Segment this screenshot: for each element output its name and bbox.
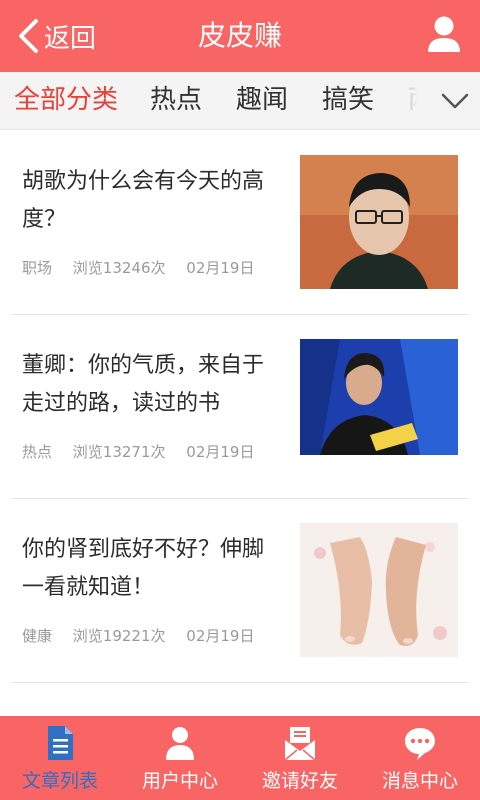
article-title: 胡歌为什么会有今天的高度？ xyxy=(22,169,265,232)
app-header: 返回 皮皮赚 xyxy=(0,0,480,72)
article-date: 02月19日 xyxy=(186,259,255,277)
tabbar-invite-friends[interactable]: 邀请好友 xyxy=(240,716,360,800)
article-item[interactable]: 董卿：你的气质，来自于走过的路，读过的书 热点 浏览13271次 02月19日 xyxy=(12,315,468,499)
page-title: 皮皮赚 xyxy=(197,19,282,52)
article-meta: 热点 浏览13271次 02月19日 xyxy=(22,441,270,462)
article-item[interactable]: 你的肾到底好不好？伸脚一看就知道！ 健康 浏览19221次 02月19日 xyxy=(12,499,468,683)
article-thumbnail xyxy=(300,155,458,289)
tabbar-article-list[interactable]: 文章列表 xyxy=(0,716,120,800)
tabbar-label: 消息中心 xyxy=(381,770,458,792)
tab-funny[interactable]: 搞笑 xyxy=(322,82,374,118)
article-date: 02月19日 xyxy=(186,443,255,461)
tab-all-categories[interactable]: 全部分类 xyxy=(14,82,118,118)
invite-icon xyxy=(284,727,316,761)
tabbar-message-center[interactable]: 消息中心 xyxy=(360,716,480,800)
user-profile-button[interactable] xyxy=(422,12,466,60)
article-meta: 职场 浏览13246次 02月19日 xyxy=(22,257,270,278)
article-category: 职场 xyxy=(22,259,53,277)
document-icon xyxy=(48,726,73,760)
article-category: 热点 xyxy=(22,443,53,461)
category-tabs: 全部分类 热点 趣闻 搞笑 两 xyxy=(0,72,480,130)
article-views: 浏览13271次 xyxy=(72,443,166,461)
tabbar-label: 文章列表 xyxy=(21,770,98,792)
tabbar-user-center[interactable]: 用户中心 xyxy=(120,716,240,800)
article-thumbnail xyxy=(300,523,458,657)
article-title: 董卿：你的气质，来自于走过的路，读过的书 xyxy=(22,353,265,416)
tab-fun-news[interactable]: 趣闻 xyxy=(236,82,288,118)
user-icon xyxy=(166,727,194,760)
article-date: 02月19日 xyxy=(186,627,255,645)
tab-hot[interactable]: 热点 xyxy=(150,82,202,118)
chevron-down-icon xyxy=(441,93,469,109)
article-list: 胡歌为什么会有今天的高度？ 职场 浏览13246次 02月19日 董卿：你的气质… xyxy=(0,131,480,716)
message-icon xyxy=(405,728,435,760)
article-item[interactable]: 胡歌为什么会有今天的高度？ 职场 浏览13246次 02月19日 xyxy=(12,131,468,315)
article-category: 健康 xyxy=(22,627,53,645)
tabbar-label: 邀请好友 xyxy=(261,770,338,792)
bottom-tab-bar: 文章列表 用户中心 邀请好友 消息中心 xyxy=(0,716,480,800)
tabs-fade xyxy=(380,72,430,129)
article-views: 浏览13246次 xyxy=(72,259,166,277)
tabbar-label: 用户中心 xyxy=(141,770,218,792)
article-thumbnail xyxy=(300,339,458,473)
article-meta: 健康 浏览19221次 02月19日 xyxy=(22,625,270,646)
article-views: 浏览19221次 xyxy=(72,627,166,645)
user-icon xyxy=(428,16,460,52)
article-title: 你的肾到底好不好？伸脚一看就知道！ xyxy=(22,537,265,600)
expand-tabs-button[interactable] xyxy=(430,72,480,129)
